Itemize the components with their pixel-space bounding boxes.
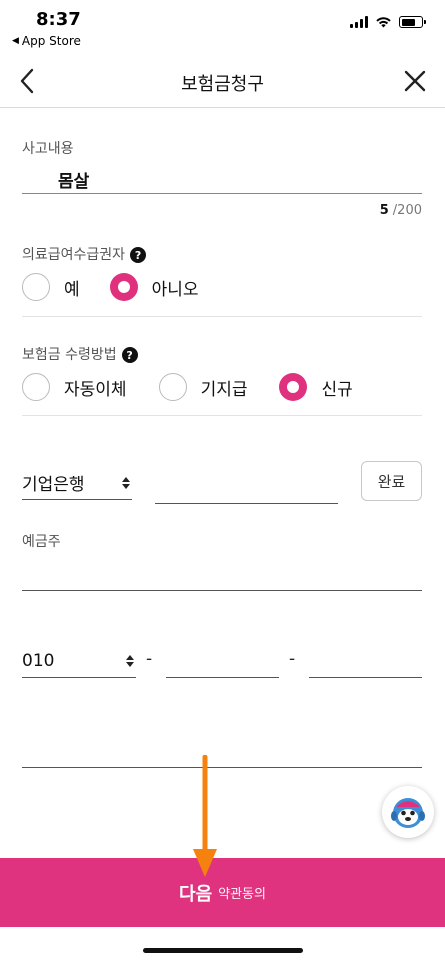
medical-aid-label: 의료급여수급권자? (22, 244, 147, 264)
payment-method-radio-group: 자동이체 기지급 신규 (22, 373, 353, 401)
wifi-icon (376, 17, 391, 28)
next-button[interactable]: 다음 약관동의 (0, 858, 445, 927)
accident-input[interactable]: 몸살 (22, 162, 422, 194)
payment-option-auto-transfer[interactable]: 자동이체 (22, 373, 127, 401)
medical-aid-label-text: 의료급여수급권자 (22, 247, 126, 263)
accident-value: 몸살 (58, 172, 90, 192)
char-max: /200 (392, 203, 422, 218)
account-number-input[interactable] (155, 470, 338, 504)
close-button[interactable] (401, 66, 429, 96)
accident-label: 사고내용 (22, 141, 74, 157)
radio-selected-icon (279, 373, 308, 401)
radio-label: 아니오 (151, 279, 199, 300)
chatbot-mascot-icon (391, 798, 425, 828)
status-time: 8:37 (36, 9, 81, 30)
select-arrows-icon (122, 476, 130, 489)
help-icon[interactable]: ? (121, 347, 138, 363)
depositor-label: 예금주 (22, 534, 61, 550)
payment-option-new[interactable]: 신규 (279, 373, 353, 401)
select-arrows-icon (126, 654, 134, 667)
phone-prefix-value: 010 (22, 650, 55, 671)
phone-last-input[interactable] (309, 644, 422, 678)
bank-select-value: 기업은행 (22, 475, 85, 495)
page-title: 보험금청구 (181, 74, 264, 95)
section-divider (22, 415, 422, 416)
home-indicator (143, 948, 303, 953)
phone-middle-input[interactable] (166, 644, 279, 678)
bank-select[interactable]: 기업은행 (22, 466, 132, 500)
navigation-header: 보험금청구 (0, 56, 445, 108)
radio-label: 자동이체 (64, 379, 127, 400)
char-count: 5 (379, 203, 389, 218)
phone-prefix-select[interactable]: 010 (22, 644, 136, 678)
battery-icon (399, 16, 426, 28)
close-icon (404, 70, 426, 92)
cellular-signal-icon (350, 16, 368, 28)
help-icon[interactable]: ? (130, 247, 147, 263)
radio-label: 기지급 (200, 379, 248, 400)
phone-separator: - (146, 649, 153, 669)
status-icons (350, 16, 426, 28)
next-button-sublabel: 약관동의 (218, 887, 266, 902)
payment-method-label: 보험금 수령방법? (22, 344, 138, 364)
medical-aid-option-no[interactable]: 아니오 (109, 273, 199, 301)
radio-circle-icon (158, 373, 187, 401)
medical-aid-radio-group: 예 아니오 (22, 273, 199, 301)
chatbot-button[interactable] (382, 786, 434, 838)
accident-char-counter: 5/200 (380, 203, 422, 218)
back-to-app-link[interactable]: ◀ App Store (12, 34, 81, 48)
status-bar: 8:37 ◀ App Store (0, 0, 445, 56)
radio-circle-icon (22, 373, 50, 401)
depositor-input[interactable] (22, 557, 422, 591)
payment-method-label-text: 보험금 수령방법 (22, 347, 117, 363)
back-app-label: App Store (21, 34, 81, 48)
radio-label: 신규 (321, 379, 353, 400)
radio-circle-icon (22, 273, 50, 301)
back-triangle-icon: ◀ (12, 36, 19, 46)
section-divider (22, 316, 422, 317)
done-button[interactable]: 완료 (361, 461, 422, 501)
payment-option-already-paid[interactable]: 기지급 (158, 373, 248, 401)
radio-label: 예 (64, 279, 80, 300)
next-button-label: 다음 (179, 883, 213, 905)
radio-selected-icon (109, 273, 138, 301)
phone-separator: - (289, 649, 296, 669)
medical-aid-option-yes[interactable]: 예 (22, 273, 80, 301)
address-input[interactable] (22, 734, 422, 768)
